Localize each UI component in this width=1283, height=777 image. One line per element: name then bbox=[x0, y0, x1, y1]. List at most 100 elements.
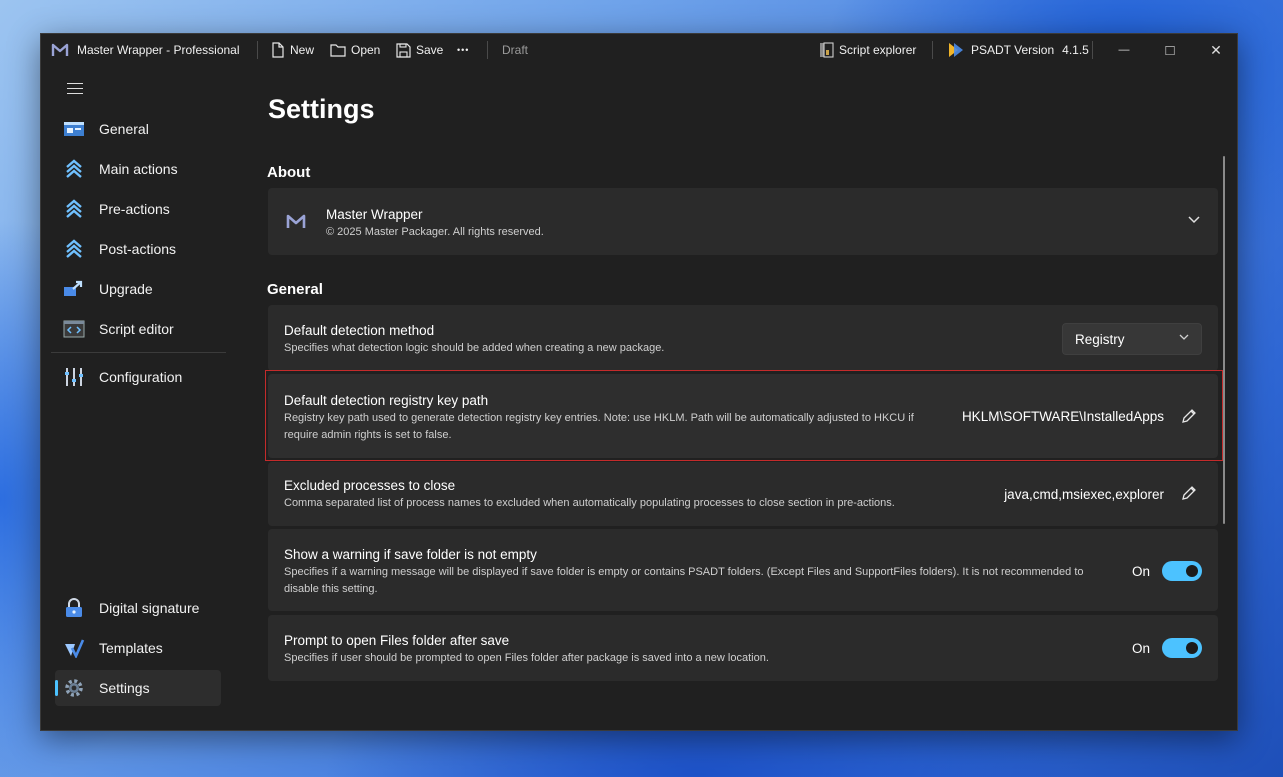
sidebar-item-label: Digital signature bbox=[99, 600, 200, 616]
hamburger-icon bbox=[67, 83, 83, 84]
sidebar-item-script-editor[interactable]: Script editor bbox=[55, 311, 221, 347]
divider bbox=[257, 41, 258, 59]
sidebar-item-label: Templates bbox=[99, 640, 163, 656]
setting-registry-key-path: Default detection registry key path Regi… bbox=[268, 374, 1218, 458]
setting-description: Specifies if user should be prompted to … bbox=[284, 652, 769, 664]
app-logo-icon bbox=[51, 43, 69, 56]
registry-key-path-value: HKLM\SOFTWARE\InstalledApps bbox=[961, 409, 1164, 424]
open-files-folder-toggle[interactable]: On bbox=[1132, 638, 1202, 658]
new-label: New bbox=[290, 43, 315, 57]
psadt-logo-icon bbox=[949, 43, 963, 57]
psadt-version-button[interactable]: PSADT Version 4.1.5 bbox=[948, 40, 1089, 60]
setting-title: Excluded processes to close bbox=[284, 478, 456, 493]
page-title: Settings bbox=[268, 94, 375, 124]
templates-icon bbox=[65, 639, 85, 658]
chevron-down-icon[interactable] bbox=[1188, 216, 1200, 224]
maximize-button[interactable]: □ bbox=[1147, 34, 1193, 66]
toggle-knob bbox=[1186, 565, 1198, 577]
toggle-switch[interactable] bbox=[1162, 561, 1202, 581]
save-icon bbox=[396, 42, 411, 58]
sidebar-item-label: Configuration bbox=[99, 369, 183, 385]
app-window: Master Wrapper - Professional New Open S… bbox=[40, 33, 1238, 731]
sidebar-item-label: Upgrade bbox=[99, 281, 153, 297]
sidebar-item-templates[interactable]: Templates bbox=[55, 630, 221, 666]
sidebar-item-digital-signature[interactable]: Digital signature bbox=[55, 590, 221, 626]
title-bar: Master Wrapper - Professional New Open S… bbox=[41, 34, 1237, 66]
status-label: Draft bbox=[502, 43, 529, 57]
sidebar-item-general[interactable]: General bbox=[55, 111, 221, 147]
sidebar-item-main-actions[interactable]: Main actions bbox=[55, 151, 221, 187]
maximize-icon: □ bbox=[1165, 41, 1175, 59]
app-title: Master Wrapper - Professional bbox=[77, 43, 240, 57]
menu-toggle-button[interactable] bbox=[67, 83, 83, 95]
setting-title: Default detection registry key path bbox=[284, 393, 489, 408]
general-icon bbox=[64, 122, 84, 136]
more-button[interactable]: ••• bbox=[457, 40, 469, 60]
save-folder-warning-toggle[interactable]: On bbox=[1132, 561, 1202, 581]
close-button[interactable]: ✕ bbox=[1193, 34, 1239, 66]
sidebar-item-upgrade[interactable]: Upgrade bbox=[55, 271, 221, 307]
psadt-version: 4.1.5 bbox=[1062, 43, 1089, 57]
setting-description: Specifies if a warning message will be d… bbox=[284, 566, 1084, 595]
detection-method-dropdown[interactable]: Registry bbox=[1062, 323, 1202, 355]
setting-open-files-folder: Prompt to open Files folder after save S… bbox=[268, 615, 1218, 681]
code-icon bbox=[63, 320, 85, 338]
sidebar-item-settings[interactable]: Settings bbox=[55, 670, 221, 706]
sidebar-item-label: Main actions bbox=[99, 161, 178, 177]
excluded-processes-value: java,cmd,msiexec,explorer bbox=[1004, 487, 1164, 502]
sidebar-item-configuration[interactable]: Configuration bbox=[55, 359, 221, 395]
scrollbar[interactable] bbox=[1223, 156, 1225, 524]
more-icon: ••• bbox=[457, 45, 470, 55]
actions-icon bbox=[66, 199, 82, 218]
about-app-name: Master Wrapper bbox=[326, 207, 423, 222]
open-button[interactable]: Open bbox=[330, 40, 380, 60]
chevron-down-icon bbox=[1179, 334, 1189, 340]
new-button[interactable]: New bbox=[271, 40, 314, 60]
sidebar-item-label: Script editor bbox=[99, 321, 174, 337]
script-explorer-button[interactable]: Script explorer bbox=[819, 40, 916, 60]
sidebar-item-label: Post-actions bbox=[99, 241, 177, 257]
gear-icon bbox=[65, 679, 83, 697]
lock-icon bbox=[66, 598, 82, 617]
script-explorer-icon bbox=[820, 42, 834, 58]
toggle-switch[interactable] bbox=[1162, 638, 1202, 658]
sidebar-divider bbox=[51, 352, 226, 353]
actions-icon bbox=[66, 159, 82, 178]
edit-pencil-icon[interactable] bbox=[1180, 407, 1198, 425]
about-copyright: © 2025 Master Packager. All rights reser… bbox=[326, 226, 544, 238]
dropdown-value: Registry bbox=[1075, 332, 1125, 347]
toggle-state-label: On bbox=[1131, 640, 1150, 656]
sidebar-item-label: General bbox=[99, 121, 149, 137]
about-card[interactable]: Master Wrapper © 2025 Master Packager. A… bbox=[268, 188, 1218, 255]
setting-excluded-processes: Excluded processes to close Comma separa… bbox=[268, 462, 1218, 526]
close-icon: ✕ bbox=[1210, 41, 1222, 58]
minimize-button[interactable]: — bbox=[1101, 34, 1147, 66]
setting-title: Show a warning if save folder is not emp… bbox=[284, 547, 537, 562]
actions-icon bbox=[66, 239, 82, 258]
edit-pencil-icon[interactable] bbox=[1180, 484, 1198, 502]
setting-description: Registry key path used to generate detec… bbox=[284, 412, 914, 441]
save-button[interactable]: Save bbox=[396, 40, 443, 60]
sidebar-item-post-actions[interactable]: Post-actions bbox=[55, 231, 221, 267]
setting-title: Default detection method bbox=[284, 323, 435, 338]
divider bbox=[1092, 41, 1093, 59]
divider bbox=[932, 41, 933, 59]
sidebar-item-pre-actions[interactable]: Pre-actions bbox=[55, 191, 221, 227]
setting-description: Specifies what detection logic should be… bbox=[284, 342, 665, 354]
setting-detection-method: Default detection method Specifies what … bbox=[268, 305, 1218, 371]
minimize-icon: — bbox=[1118, 44, 1130, 56]
about-heading: About bbox=[267, 164, 311, 181]
sidebar-item-label: Settings bbox=[99, 680, 150, 696]
folder-icon bbox=[330, 44, 346, 57]
setting-save-folder-warning: Show a warning if save folder is not emp… bbox=[268, 529, 1218, 611]
upgrade-icon bbox=[64, 280, 83, 296]
script-explorer-label: Script explorer bbox=[839, 43, 917, 57]
divider bbox=[487, 41, 488, 59]
open-label: Open bbox=[351, 43, 381, 57]
new-file-icon bbox=[272, 42, 284, 58]
app-logo-icon bbox=[286, 214, 306, 228]
sidebar-item-label: Pre-actions bbox=[99, 201, 170, 217]
general-heading: General bbox=[267, 281, 323, 298]
setting-description: Comma separated list of process names to… bbox=[284, 497, 895, 509]
psadt-label: PSADT Version bbox=[971, 43, 1055, 57]
